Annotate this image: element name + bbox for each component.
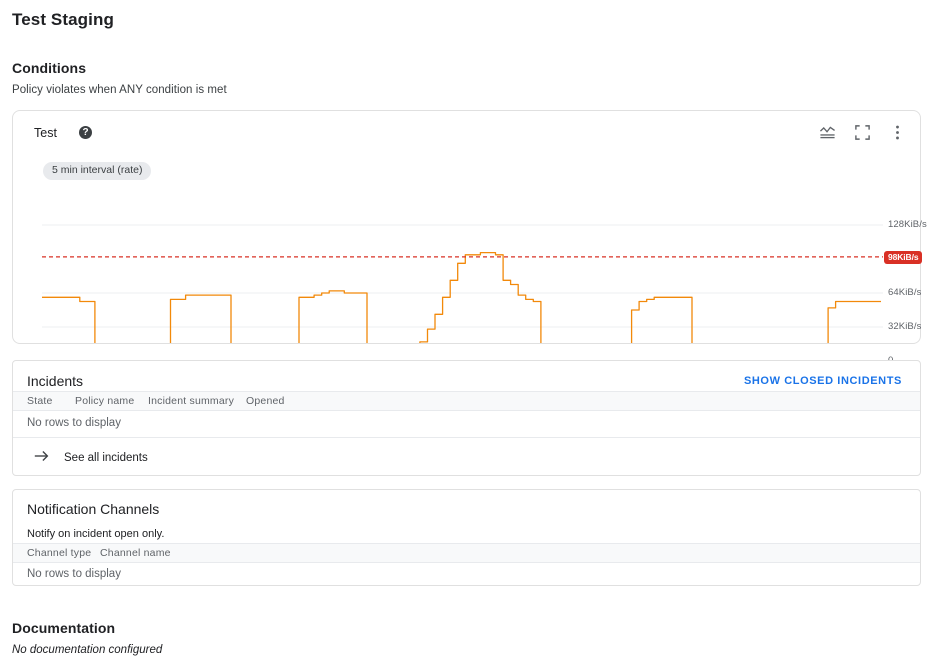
help-icon[interactable]: ?: [79, 126, 92, 139]
incidents-card: Incidents SHOW CLOSED INCIDENTS State Po…: [12, 360, 921, 476]
chart-card-header: Test ?: [13, 111, 920, 151]
y-axis-tick-2: 32KiB/s: [888, 321, 922, 332]
y-axis-tick-1: 64KiB/s: [888, 287, 922, 298]
more-vert-icon[interactable]: [889, 124, 906, 141]
column-header-policy: Policy name: [75, 395, 135, 407]
column-header-state: State: [27, 395, 53, 407]
fullscreen-icon[interactable]: [854, 124, 871, 141]
column-header-summary: Incident summary: [148, 395, 235, 407]
policy-detail-page: Test Staging Conditions Policy violates …: [0, 0, 933, 664]
notification-channels-title: Notification Channels: [27, 501, 160, 517]
chart-actions: [819, 124, 906, 141]
documentation-heading: Documentation: [12, 620, 116, 636]
incidents-title: Incidents: [27, 373, 84, 389]
chart-title: Test: [34, 126, 57, 140]
chart-plot-area[interactable]: 128KiB/s64KiB/s32KiB/s098KiB/s10 AM10:05…: [13, 173, 927, 378]
show-closed-incidents-link[interactable]: SHOW CLOSED INCIDENTS: [744, 375, 902, 387]
chart-legend-icon[interactable]: [819, 124, 836, 141]
threshold-label: 98KiB/s: [884, 250, 923, 264]
channels-table-header: Channel type Channel name: [13, 543, 920, 563]
incidents-divider: [13, 437, 920, 438]
column-header-opened: Opened: [246, 395, 285, 407]
y-axis-tick-0: 128KiB/s: [888, 219, 927, 230]
see-all-incidents-label: See all incidents: [64, 451, 148, 464]
see-all-incidents-button[interactable]: See all incidents: [33, 447, 148, 468]
condition-chart-card: Test ? 5 min interval (rate) 128KiB/s 64…: [12, 110, 927, 378]
column-header-channel-type: Channel type: [27, 547, 92, 559]
page-title: Test Staging: [12, 10, 114, 29]
incidents-empty-message: No rows to display: [27, 417, 121, 429]
incidents-table-header: State Policy name Incident summary Opene…: [13, 391, 920, 411]
notification-channels-subtitle: Notify on incident open only.: [27, 528, 165, 540]
conditions-subtitle: Policy violates when ANY condition is me…: [12, 84, 227, 96]
chart-svg: [42, 224, 883, 343]
notification-channels-card: Notification Channels Notify on incident…: [12, 489, 921, 586]
arrow-right-icon: [33, 447, 51, 468]
channels-empty-message: No rows to display: [27, 568, 121, 580]
documentation-text: No documentation configured: [12, 644, 163, 656]
column-header-channel-name: Channel name: [100, 547, 171, 559]
conditions-heading: Conditions: [12, 60, 87, 76]
